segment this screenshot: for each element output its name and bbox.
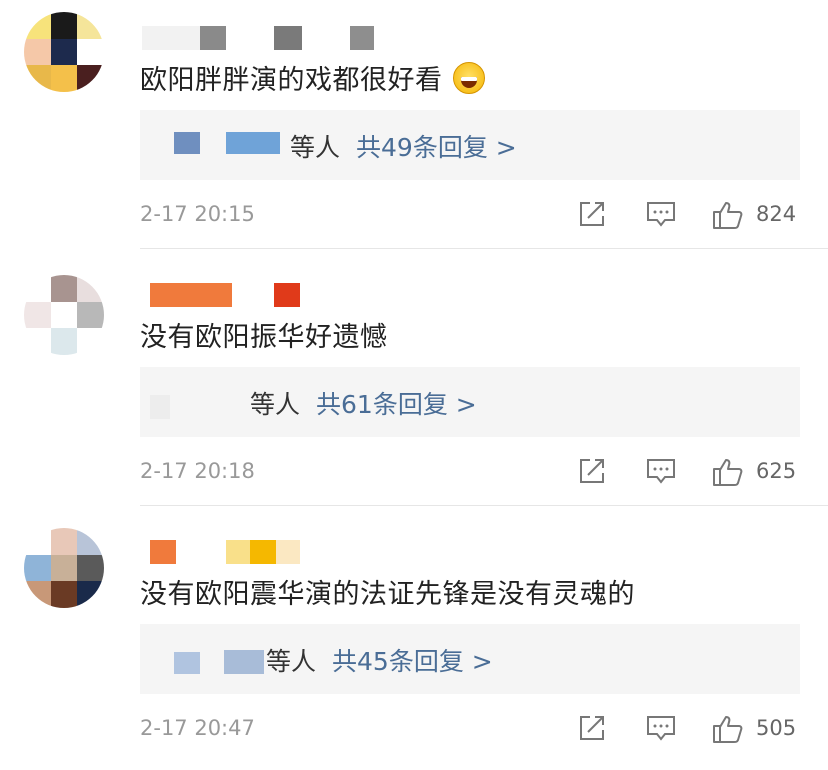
comment-text: 没有欧阳震华演的法证先锋是没有灵魂的 [140,572,635,611]
comment-meta: 2-17 20:18 625 [140,457,800,487]
username[interactable] [142,283,382,307]
view-replies-link[interactable]: 共49条回复 > [356,133,517,162]
reply-suffix: 等人 [266,647,317,676]
reply-summary: 等人 共45条回复 > [266,642,493,678]
comment-meta: 2-17 20:15 824 [140,200,800,230]
comment-icon[interactable] [646,457,676,487]
comment-time: 2-17 20:15 [140,202,255,226]
reply-preview[interactable]: 等人 共49条回复 > [140,110,800,180]
blurred-username [174,132,200,154]
like-count: 625 [756,459,797,483]
avatar[interactable] [24,528,104,608]
reply-preview[interactable]: 等人 共45条回复 > [140,624,800,694]
blurred-username [224,650,264,674]
reply-summary: 等人 共49条回复 > [290,128,517,164]
share-icon[interactable] [578,200,606,230]
comment-time: 2-17 20:47 [140,716,255,740]
reply-suffix: 等人 [290,133,341,162]
divider [140,248,828,249]
view-replies-link[interactable]: 共61条回复 > [316,390,477,419]
divider [140,505,828,506]
thumbs-up-icon[interactable] [712,457,744,487]
blurred-username [150,395,170,419]
comment-text-content: 没有欧阳振华好遗憾 [140,322,388,353]
like-count: 824 [756,202,797,226]
comment-time: 2-17 20:18 [140,459,255,483]
comment-icon[interactable] [646,714,676,744]
share-icon[interactable] [578,457,606,487]
view-replies-link[interactable]: 共45条回复 > [332,647,493,676]
reply-suffix: 等人 [250,390,301,419]
comment-text-content: 没有欧阳震华演的法证先锋是没有灵魂的 [140,579,635,610]
avatar[interactable] [24,275,104,355]
username[interactable] [142,26,382,50]
username[interactable] [142,540,382,564]
comment-item: 没有欧阳震华演的法证先锋是没有灵魂的 等人 共45条回复 > 2-17 20:47… [0,514,828,770]
avatar[interactable] [24,12,104,92]
comment-text: 欧阳胖胖演的戏都很好看 [140,58,485,97]
grinning-face-icon [452,62,485,94]
share-icon[interactable] [578,714,606,744]
thumbs-up-icon[interactable] [712,200,744,230]
comment-text-content: 欧阳胖胖演的戏都很好看 [140,65,443,96]
blurred-username [226,132,280,154]
like-count: 505 [756,716,797,740]
comment-meta: 2-17 20:47 505 [140,714,800,744]
thumbs-up-icon[interactable] [712,714,744,744]
blurred-username [174,652,200,674]
comment-item: 没有欧阳振华好遗憾 等人 共61条回复 > 2-17 20:18 625 [0,257,828,513]
reply-summary: 等人 共61条回复 > [250,385,477,421]
reply-preview[interactable]: 等人 共61条回复 > [140,367,800,437]
comment-item: 欧阳胖胖演的戏都很好看 等人 共49条回复 > 2-17 20:15 824 [0,0,828,256]
comment-text: 没有欧阳振华好遗憾 [140,315,388,354]
comment-icon[interactable] [646,200,676,230]
